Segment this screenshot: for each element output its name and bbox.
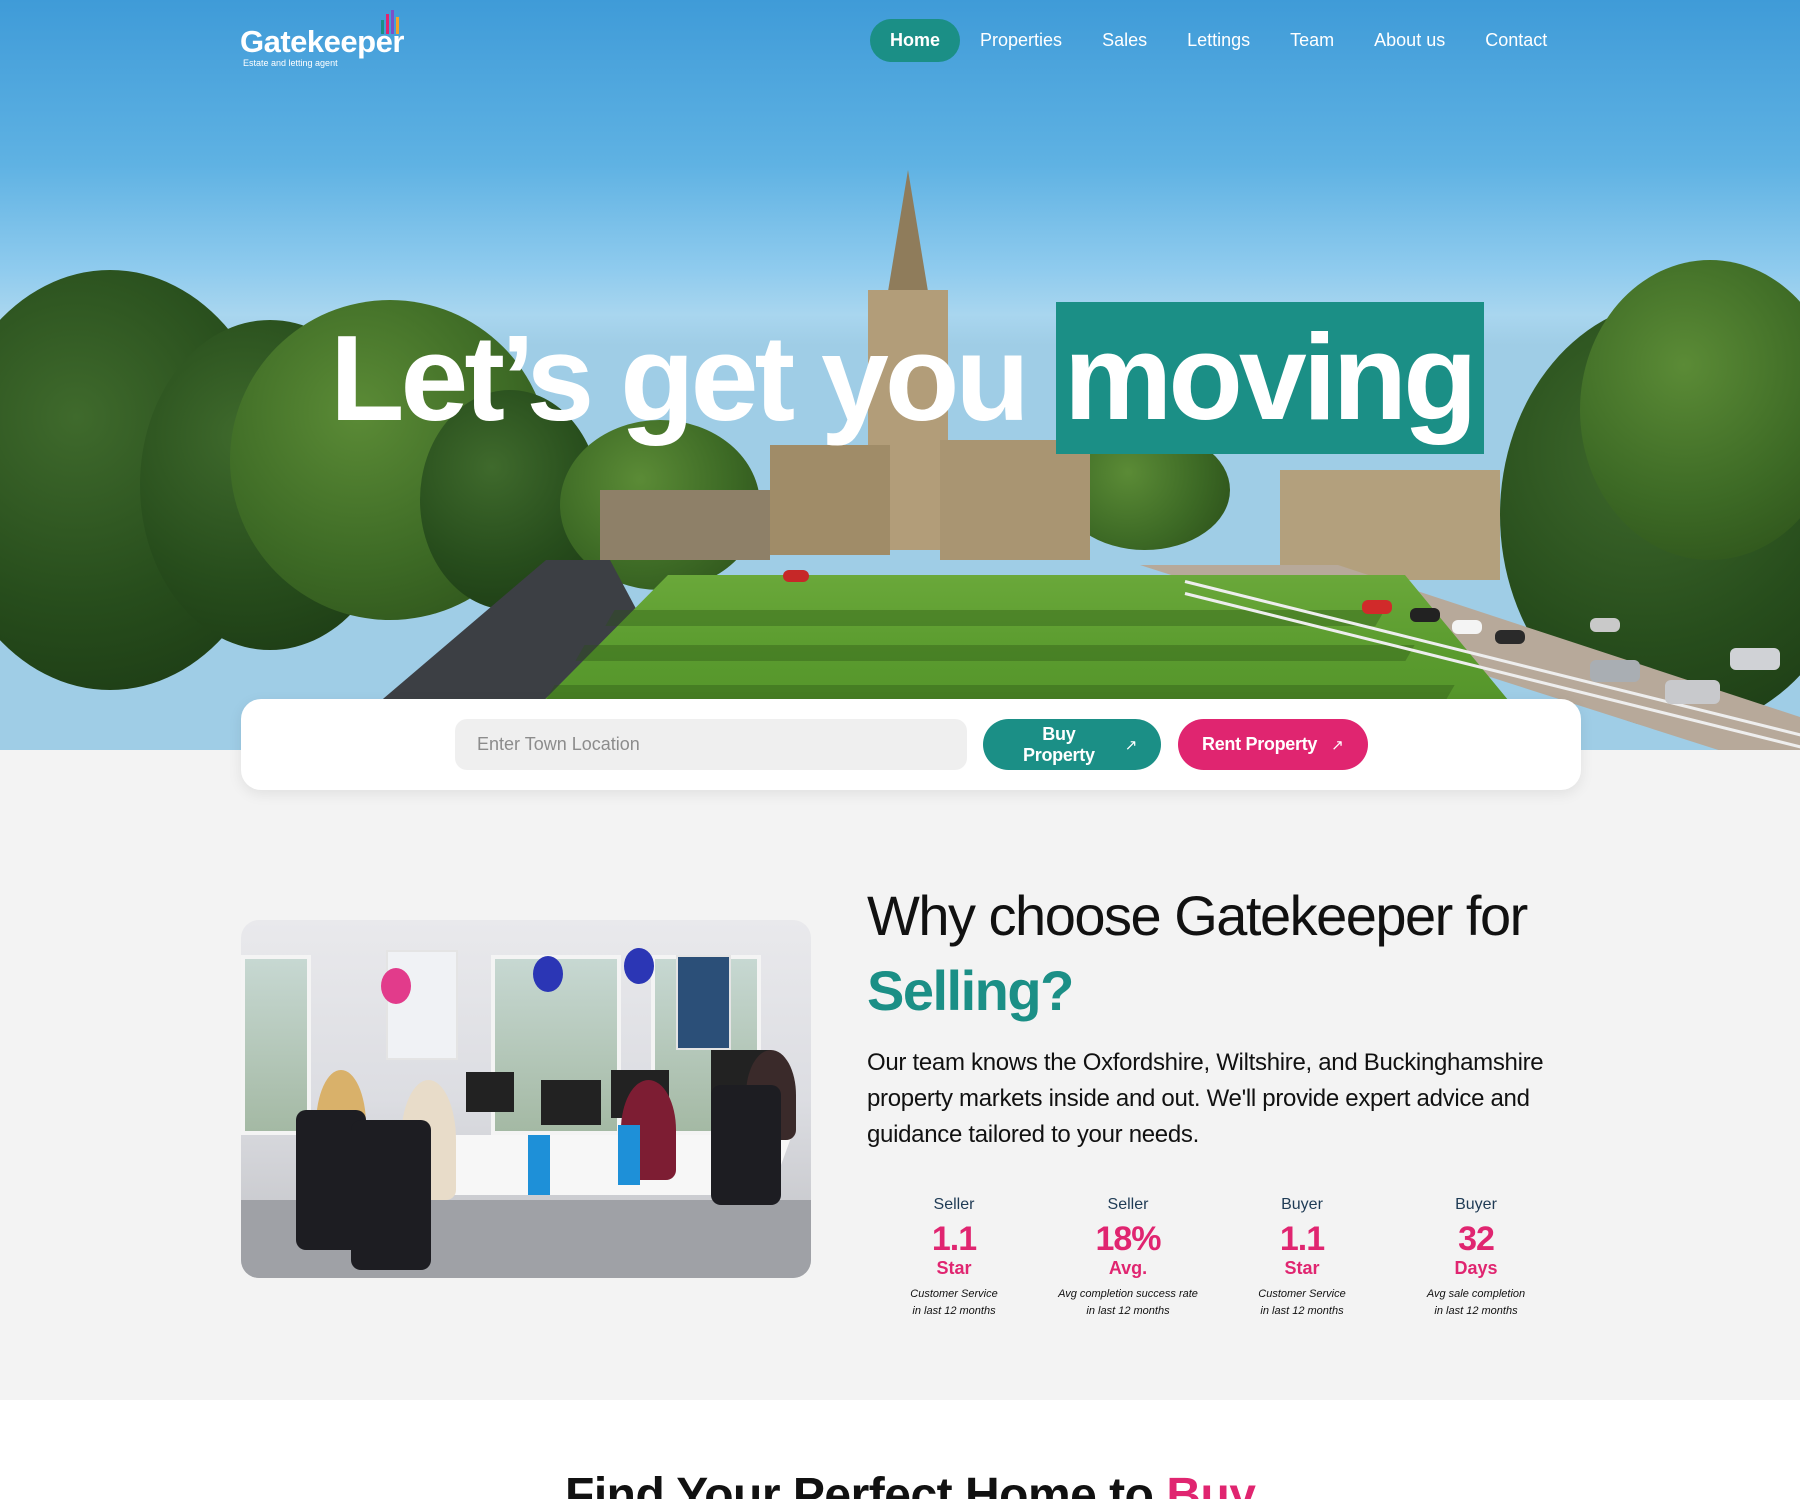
computer-monitor xyxy=(466,1072,514,1112)
balloon xyxy=(381,968,411,1004)
office-chair xyxy=(351,1120,431,1270)
car xyxy=(1362,600,1392,614)
gift-bag xyxy=(528,1135,550,1195)
village-building xyxy=(1280,470,1500,580)
village-building xyxy=(600,490,770,560)
car xyxy=(1410,608,1440,622)
office-window xyxy=(241,955,311,1135)
office-poster xyxy=(386,950,458,1060)
nav-team[interactable]: Team xyxy=(1270,19,1354,62)
headline-highlight: moving xyxy=(1055,302,1484,454)
stat-description: Avg sale completion in last 12 months xyxy=(1389,1286,1563,1320)
office-chair xyxy=(711,1085,781,1205)
stats-row: Seller 1.1 Star Customer Service in last… xyxy=(867,1196,1567,1320)
car xyxy=(1730,648,1780,670)
stat-value: 1.1 xyxy=(1279,1220,1325,1258)
stat-item: Seller 1.1 Star Customer Service in last… xyxy=(867,1196,1041,1320)
church-building xyxy=(940,440,1090,560)
stat-desc-line: in last 12 months xyxy=(912,1305,996,1317)
stat-unit: Avg. xyxy=(1108,1258,1148,1278)
logo-bars-icon xyxy=(381,10,399,34)
balloon xyxy=(533,956,563,992)
nav-about-us[interactable]: About us xyxy=(1354,19,1465,62)
balloon xyxy=(624,948,654,984)
stat-unit: Days xyxy=(1454,1258,1498,1278)
arrow-up-right-icon: ↗ xyxy=(1124,736,1138,754)
car xyxy=(1590,660,1640,682)
nav-sales[interactable]: Sales xyxy=(1082,19,1167,62)
stat-item: Buyer 32 Days Avg sale completion in las… xyxy=(1389,1196,1563,1320)
stat-desc-line: Avg sale completion xyxy=(1426,1288,1526,1300)
stat-value: 32 xyxy=(1458,1220,1495,1258)
rent-property-label: Rent Property xyxy=(1202,734,1318,754)
car xyxy=(783,570,809,582)
car xyxy=(1665,680,1720,704)
town-location-input[interactable] xyxy=(455,719,967,770)
stat-audience: Seller xyxy=(933,1196,975,1213)
car xyxy=(1495,630,1525,644)
office-poster xyxy=(676,955,731,1050)
nav-home[interactable]: Home xyxy=(870,19,961,62)
stat-description: Customer Service in last 12 months xyxy=(1215,1286,1389,1320)
car xyxy=(1452,620,1482,634)
property-search-panel: Buy Property ↗ Rent Property ↗ xyxy=(241,699,1581,790)
main-nav: Home Properties Sales Lettings Team Abou… xyxy=(870,19,1567,62)
stat-item: Seller 18% Avg. Avg completion success r… xyxy=(1041,1196,1215,1320)
stat-description: Customer Service in last 12 months xyxy=(867,1286,1041,1320)
church-nave xyxy=(770,445,890,555)
find-title-text: Find Your Perfect Home to xyxy=(565,1469,1154,1499)
stat-desc-line: in last 12 months xyxy=(1086,1305,1170,1317)
stat-unit: Star xyxy=(1284,1258,1320,1278)
arrow-up-right-icon: ↗ xyxy=(1331,736,1344,754)
gift-bag xyxy=(618,1125,640,1185)
nav-lettings[interactable]: Lettings xyxy=(1167,19,1270,62)
stat-audience: Buyer xyxy=(1281,1196,1323,1213)
stat-value: 18% xyxy=(1095,1220,1161,1258)
stat-desc-line: Avg completion success rate xyxy=(1058,1288,1198,1300)
office-team-photo xyxy=(241,920,811,1278)
stat-item: Buyer 1.1 Star Customer Service in last … xyxy=(1215,1196,1389,1320)
nav-contact[interactable]: Contact xyxy=(1465,19,1567,62)
hero-headline: Let’s get you moving xyxy=(330,302,1484,454)
stat-desc-line: Customer Service xyxy=(910,1288,998,1300)
stat-audience: Buyer xyxy=(1455,1196,1497,1213)
stat-desc-line: in last 12 months xyxy=(1260,1305,1344,1317)
computer-monitor xyxy=(541,1080,601,1125)
gatekeeper-logo[interactable]: Gatekeeper Estate and letting agent xyxy=(240,10,410,74)
buy-property-label: Buy Property xyxy=(1023,723,1095,765)
why-description: Our team knows the Oxfordshire, Wiltshir… xyxy=(867,1049,1544,1148)
buy-property-button[interactable]: Buy Property ↗ xyxy=(983,719,1161,770)
stat-desc-line: in last 12 months xyxy=(1434,1305,1518,1317)
find-title-accent: Buy xyxy=(1166,1469,1256,1499)
stat-desc-line: Customer Service xyxy=(1258,1288,1346,1300)
find-home-title: Find Your Perfect Home to Buy xyxy=(565,1468,1256,1499)
headline-plain: Let’s get you xyxy=(330,310,1030,446)
why-title: Why choose Gatekeeper for xyxy=(867,884,1528,947)
rent-property-button[interactable]: Rent Property ↗ xyxy=(1178,719,1368,770)
lawn-shadow xyxy=(575,645,1415,661)
stat-audience: Seller xyxy=(1107,1196,1149,1213)
stat-description: Avg completion success rate in last 12 m… xyxy=(1041,1286,1215,1320)
stat-value: 1.1 xyxy=(931,1220,977,1258)
stat-unit: Star xyxy=(936,1258,972,1278)
why-accent: Selling? xyxy=(867,959,1074,1022)
car xyxy=(1590,618,1620,632)
find-home-section: Find Your Perfect Home to Buy xyxy=(0,1400,1800,1499)
nav-properties[interactable]: Properties xyxy=(960,19,1082,62)
